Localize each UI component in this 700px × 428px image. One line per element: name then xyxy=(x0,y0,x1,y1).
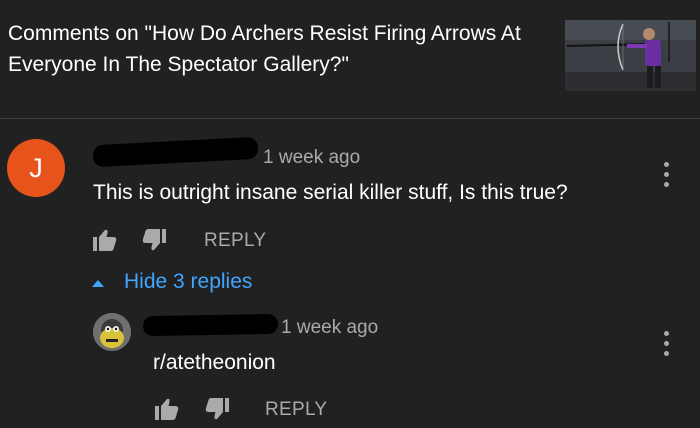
reply-dislike-button[interactable] xyxy=(204,397,230,421)
commenter-avatar[interactable]: J xyxy=(7,139,65,197)
caret-up-icon xyxy=(92,279,104,287)
dot xyxy=(663,172,669,177)
reply-button[interactable]: REPLY xyxy=(204,230,266,252)
avatar-letter: J xyxy=(29,153,43,183)
thumbs-up-icon xyxy=(93,229,117,251)
header-divider xyxy=(0,118,700,119)
thumbs-up-icon xyxy=(155,398,179,420)
reply-avatar[interactable] xyxy=(93,313,131,351)
thumbs-down-icon xyxy=(205,398,229,420)
dislike-button[interactable] xyxy=(141,228,167,252)
dot xyxy=(663,351,669,356)
comments-title: Comments on "How Do Archers Resist Firin… xyxy=(8,22,521,76)
comment-text: This is outright insane serial killer st… xyxy=(93,181,568,204)
video-thumbnail[interactable] xyxy=(565,20,696,91)
reply-more-button[interactable] xyxy=(662,331,670,356)
comment-timestamp[interactable]: 1 week ago xyxy=(263,147,360,169)
comment-more-button[interactable] xyxy=(662,162,670,187)
reply-text: r/atetheonion xyxy=(153,351,276,374)
dot xyxy=(663,331,669,336)
hide-replies-label: Hide 3 replies xyxy=(124,270,253,293)
redacted-username xyxy=(92,136,259,168)
reply-like-button[interactable] xyxy=(154,397,180,421)
hide-replies-button[interactable]: Hide 3 replies xyxy=(92,270,252,294)
like-button[interactable] xyxy=(92,228,118,252)
dot xyxy=(663,341,669,346)
dot xyxy=(663,162,669,167)
thumbs-down-icon xyxy=(142,229,166,251)
redacted-username xyxy=(142,313,279,337)
reply-timestamp[interactable]: 1 week ago xyxy=(281,317,378,339)
archer-thumbnail-image xyxy=(565,20,696,91)
dot xyxy=(663,182,669,187)
reply-reply-button[interactable]: REPLY xyxy=(265,399,327,421)
avatar-image xyxy=(93,313,131,351)
video-header: Comments on "How Do Archers Resist Firin… xyxy=(0,0,700,118)
